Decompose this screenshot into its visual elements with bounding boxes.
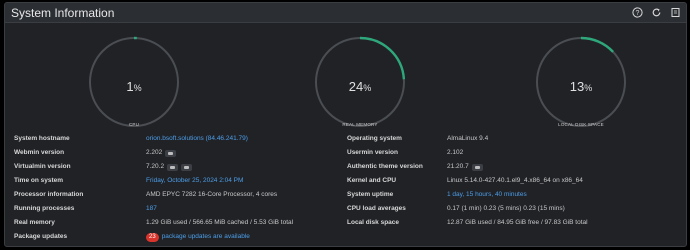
load-averages-value: 0.17 (1 min) 0.23 (5 mins) 0.23 (15 mins… xyxy=(447,205,565,212)
virtualmin-info-button[interactable] xyxy=(167,163,179,171)
info-label: Local disk space xyxy=(347,219,400,226)
info-label: Virtualmin version xyxy=(14,163,71,170)
refresh-icon[interactable] xyxy=(650,6,663,19)
real-memory-gauge: 24% REAL MEMORY xyxy=(310,32,410,132)
info-row-disk-space: Local disk space 12.87 GiB used / 84.95 … xyxy=(345,216,686,230)
info-label: System hostname xyxy=(14,135,70,142)
webmin-info-button[interactable] xyxy=(165,149,177,157)
collapse-icon[interactable] xyxy=(669,6,682,19)
updates-count-badge[interactable]: 23 xyxy=(146,232,159,242)
panel-header: System Information ? xyxy=(5,3,686,23)
virtualmin-config-button[interactable] xyxy=(181,163,193,171)
info-row-usermin-version: Usermin version 2.102 xyxy=(345,146,686,160)
disk-space-value: 12.87 GiB used / 84.95 GiB free / 97.83 … xyxy=(447,219,588,226)
hostname-link[interactable]: orion.bsoft.solutions (84.46.241.79) xyxy=(146,132,248,146)
info-row-package-updates: Package updates 23 package updates are av… xyxy=(5,230,345,244)
header-icons: ? xyxy=(631,6,682,19)
info-label: Time on system xyxy=(14,177,64,184)
gauge-value: 13% xyxy=(569,79,593,94)
info-row-authentic-theme: Authentic theme version 21.20.7 xyxy=(345,160,686,174)
gauge-label: REAL MEMORY xyxy=(342,122,378,127)
theme-info-button[interactable] xyxy=(471,163,483,171)
panel-title: System Information xyxy=(11,6,115,20)
info-row-hostname: System hostname orion.bsoft.solutions (8… xyxy=(5,132,345,146)
system-time-link[interactable]: Friday, October 25, 2024 2:04 PM xyxy=(146,174,243,188)
package-updates-link[interactable]: package updates are available xyxy=(162,230,250,244)
kernel-value: Linux 5.14.0-427.40.1.el9_4.x86_64 on x8… xyxy=(447,177,583,184)
info-row-kernel: Kernel and CPU Linux 5.14.0-427.40.1.el9… xyxy=(345,174,686,188)
authentic-theme-version-value: 21.20.7 xyxy=(447,163,469,170)
processor-value: AMD EPYC 7282 16-Core Processor, 4 cores xyxy=(146,191,278,198)
info-row-time: Time on system Friday, October 25, 2024 … xyxy=(5,174,345,188)
local-disk-space-gauge: 13% LOCAL DISK SPACE xyxy=(531,32,631,132)
gauge-label: CPU xyxy=(128,122,140,127)
info-row-uptime: System uptime 1 day, 15 hours, 40 minute… xyxy=(345,188,686,202)
info-row-webmin-version: Webmin version 2.202 xyxy=(5,146,345,160)
info-label: Running processes xyxy=(14,205,75,212)
info-row-processes: Running processes 187 xyxy=(5,202,345,216)
info-row-processor: Processor information AMD EPYC 7282 16-C… xyxy=(5,188,345,202)
info-label: Authentic theme version xyxy=(347,163,423,170)
info-label: Real memory xyxy=(14,219,55,226)
gauge-label: LOCAL DISK SPACE xyxy=(558,122,604,127)
webmin-version-value: 2.202 xyxy=(146,149,163,156)
virtualmin-version-value: 7.20.2 xyxy=(146,163,165,170)
gauge-fill-arc xyxy=(580,36,614,53)
info-row-virtualmin-version: Virtualmin version 7.20.2 xyxy=(5,160,345,174)
info-label: Usermin version xyxy=(347,149,398,156)
info-label: System uptime xyxy=(347,191,394,198)
info-label: Operating system xyxy=(347,135,402,142)
info-label: Processor information xyxy=(14,191,84,198)
info-row-operating-system: Operating system AlmaLinux 9.4 xyxy=(345,132,686,146)
info-row-real-memory: Real memory 1.29 GiB used / 566.65 MiB c… xyxy=(5,216,345,230)
info-label: Kernel and CPU xyxy=(347,177,397,184)
svg-text:?: ? xyxy=(636,10,640,17)
info-label: Webmin version xyxy=(14,149,65,156)
system-information-panel: System Information ? 1% CPU 24% REAL MEM… xyxy=(4,2,687,247)
help-icon[interactable]: ? xyxy=(631,6,644,19)
info-row-load-averages: CPU load averages 0.17 (1 min) 0.23 (5 m… xyxy=(345,202,686,216)
info-label: CPU load averages xyxy=(347,205,406,212)
gauge-value: 1% xyxy=(126,79,142,94)
info-label: Package updates xyxy=(14,233,68,240)
gauge-value: 24% xyxy=(348,79,372,94)
real-memory-value: 1.29 GiB used / 566.65 MiB cached / 5.53… xyxy=(146,219,294,226)
usermin-version-value: 2.102 xyxy=(447,149,464,156)
running-processes-link[interactable]: 187 xyxy=(146,202,157,216)
cpu-gauge: 1% CPU xyxy=(84,32,184,132)
uptime-link[interactable]: 1 day, 15 hours, 40 minutes xyxy=(447,188,527,202)
gauge-fill-arc xyxy=(359,36,406,80)
operating-system-value: AlmaLinux 9.4 xyxy=(447,135,489,142)
